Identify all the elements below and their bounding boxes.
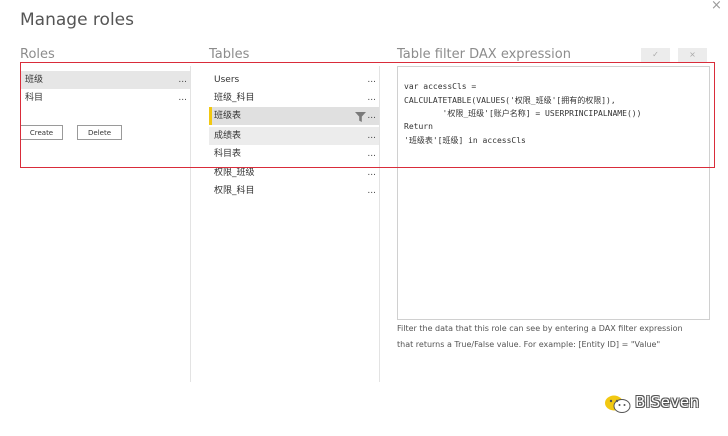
dax-code-line: '权限_班级'[账户名称] = USERPRINCIPALNAME()) xyxy=(404,109,642,118)
table-more-menu[interactable]: ... xyxy=(367,71,376,89)
table-label: Users xyxy=(214,75,240,85)
role-item-subject[interactable]: 科目 ... xyxy=(20,89,190,107)
tables-header: Tables xyxy=(209,47,250,62)
table-more-menu[interactable]: ... xyxy=(367,182,376,200)
table-label: 班级_科目 xyxy=(214,93,255,103)
table-label: 班级表 xyxy=(214,111,242,121)
table-item[interactable]: Users ... xyxy=(209,71,379,89)
table-label: 科目表 xyxy=(214,149,242,159)
table-label: 权限_班级 xyxy=(214,168,255,178)
watermark: BISeven xyxy=(603,393,709,415)
role-label: 班级 xyxy=(25,75,44,85)
table-more-menu[interactable]: ... xyxy=(367,89,376,107)
role-label: 科目 xyxy=(25,93,44,103)
table-item[interactable]: 权限_科目 ... xyxy=(209,182,379,200)
dax-help-text: that returns a True/False value. For exa… xyxy=(397,340,661,349)
watermark-text: BISeven xyxy=(635,393,700,411)
dax-code-line: '班级表'[班级] in accessCls xyxy=(404,136,526,145)
table-more-menu[interactable]: ... xyxy=(367,127,376,145)
dialog-title: Manage roles xyxy=(20,10,134,30)
apply-check-button[interactable]: ✓ xyxy=(641,48,670,62)
column-divider xyxy=(379,66,380,382)
table-more-menu[interactable]: ... xyxy=(367,107,376,125)
dax-code-line: Return xyxy=(404,122,433,131)
discard-x-button[interactable]: × xyxy=(678,48,707,62)
dax-help-text: Filter the data that this role can see b… xyxy=(397,324,683,333)
table-item-selected[interactable]: 班级表 ... xyxy=(209,107,379,125)
role-more-menu[interactable]: ... xyxy=(178,89,187,107)
table-label: 权限_科目 xyxy=(214,186,255,196)
roles-header: Roles xyxy=(20,47,55,62)
table-label: 成绩表 xyxy=(214,131,242,141)
table-item[interactable]: 班级_科目 ... xyxy=(209,89,379,107)
table-more-menu[interactable]: ... xyxy=(367,164,376,182)
dax-header: Table filter DAX expression xyxy=(397,47,571,62)
close-icon[interactable]: × xyxy=(711,0,722,13)
delete-role-button[interactable]: Delete xyxy=(77,125,122,140)
dax-code-line: CALCULATETABLE(VALUES('权限_班级'[拥有的权限]), xyxy=(404,96,616,105)
role-item-class[interactable]: 班级 ... xyxy=(20,71,190,89)
wechat-icon xyxy=(605,395,631,413)
table-more-menu[interactable]: ... xyxy=(367,145,376,163)
table-item[interactable]: 权限_班级 ... xyxy=(209,164,379,182)
dax-code-line: var accessCls = xyxy=(404,82,477,91)
table-item[interactable]: 成绩表 ... xyxy=(209,127,379,145)
column-divider xyxy=(190,66,191,382)
create-role-button[interactable]: Create xyxy=(20,125,63,140)
role-more-menu[interactable]: ... xyxy=(178,71,187,89)
table-item[interactable]: 科目表 ... xyxy=(209,145,379,163)
